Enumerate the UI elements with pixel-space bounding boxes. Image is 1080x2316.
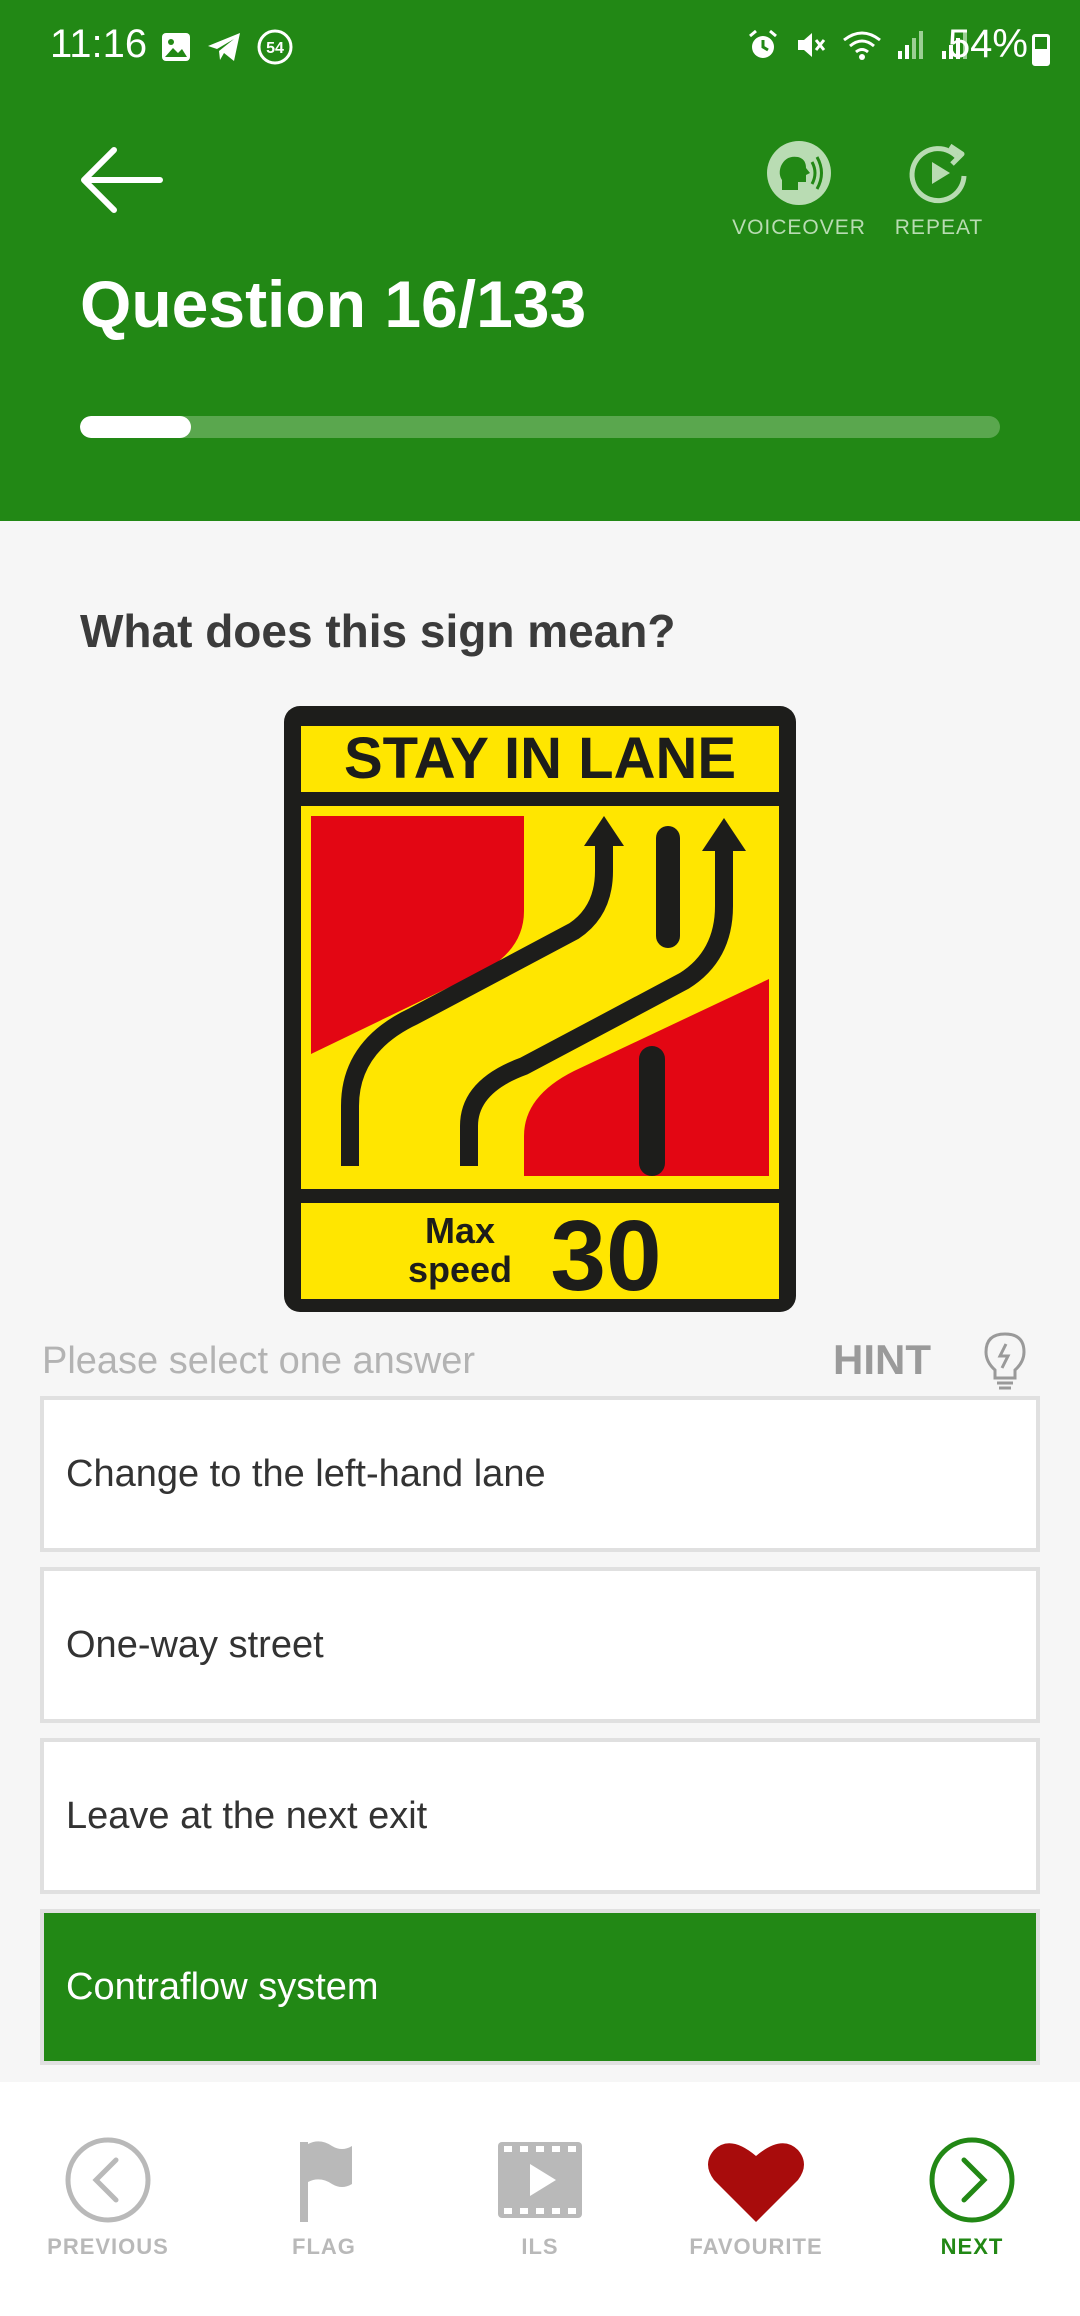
mute-icon xyxy=(798,33,826,57)
heart-icon xyxy=(708,2143,804,2222)
chevron-right-icon xyxy=(929,2137,1015,2223)
bottom-navigation: PREVIOUS FLAG ILS FAVOURITE NEXT xyxy=(0,2082,1080,2316)
answer-prompt: Please select one answer xyxy=(42,1340,476,1382)
video-icon xyxy=(498,2142,582,2218)
repeat-icon xyxy=(909,143,967,204)
wifi-icon xyxy=(843,31,881,60)
alarm-icon xyxy=(749,29,777,58)
next-label: NEXT xyxy=(940,2234,1004,2259)
status-bar: 11:16 54 54% xyxy=(0,0,1080,96)
flag-button[interactable]: FLAG xyxy=(224,2136,424,2260)
header: 11:16 54 54% VOICEOVER REPEAT Question 1… xyxy=(0,0,1080,521)
flag-icon xyxy=(300,2141,352,2222)
battery-icon xyxy=(1032,34,1050,66)
status-notification-icons: 54 xyxy=(160,28,294,66)
ils-label: ILS xyxy=(521,2234,559,2259)
answer-option[interactable]: Change to the left-hand lane xyxy=(40,1396,1040,1552)
previous-label: PREVIOUS xyxy=(47,2234,169,2259)
answer-option-label: Change to the left-hand lane xyxy=(66,1452,546,1495)
sign-top-text: STAY IN LANE xyxy=(344,726,736,791)
hint-button[interactable]: HINT xyxy=(833,1336,931,1384)
question-text: What does this sign mean? xyxy=(80,605,676,657)
voiceover-label: VOICEOVER xyxy=(732,216,866,239)
answer-option-selected[interactable]: Contraflow system xyxy=(40,1909,1040,2065)
question-progress-bar xyxy=(80,416,1000,438)
ils-button[interactable]: ILS xyxy=(440,2136,640,2260)
voiceover-button[interactable]: VOICEOVER xyxy=(729,140,869,240)
page-title: Question 16/133 xyxy=(80,267,587,341)
signal-icon xyxy=(898,31,923,59)
badge-icon: 54 xyxy=(257,29,293,65)
repeat-label: REPEAT xyxy=(894,216,984,239)
sign-speed-value: 30 xyxy=(550,1200,661,1312)
road-sign-image: STAY IN LANE Max speed 30 xyxy=(284,706,796,1312)
battery-percent: 54% xyxy=(947,22,1028,66)
answer-option-label: Contraflow system xyxy=(66,1965,379,2008)
sign-max-label: Max xyxy=(425,1210,495,1251)
back-arrow-icon xyxy=(81,147,163,213)
chevron-left-icon xyxy=(65,2137,151,2223)
favourite-button[interactable]: FAVOURITE xyxy=(656,2136,856,2260)
previous-button[interactable]: PREVIOUS xyxy=(8,2136,208,2260)
repeat-button[interactable]: REPEAT xyxy=(869,140,1009,240)
flag-label: FLAG xyxy=(292,2234,356,2259)
progress-fill xyxy=(80,416,191,438)
answer-option[interactable]: Leave at the next exit xyxy=(40,1738,1040,1894)
answer-option-label: One-way street xyxy=(66,1623,324,1666)
status-system-icons xyxy=(746,28,970,62)
status-time: 11:16 xyxy=(50,22,148,66)
lightbulb-icon[interactable] xyxy=(980,1330,1030,1392)
back-button[interactable] xyxy=(78,140,168,220)
gallery-icon xyxy=(162,33,190,61)
badge-count: 54 xyxy=(266,40,284,57)
next-button[interactable]: NEXT xyxy=(872,2136,1072,2260)
sign-speed-label: speed xyxy=(408,1249,512,1290)
telegram-icon xyxy=(208,33,240,61)
answer-option-label: Leave at the next exit xyxy=(66,1794,428,1837)
answer-option[interactable]: One-way street xyxy=(40,1567,1040,1723)
voiceover-icon xyxy=(767,141,831,205)
favourite-label: FAVOURITE xyxy=(689,2234,823,2259)
